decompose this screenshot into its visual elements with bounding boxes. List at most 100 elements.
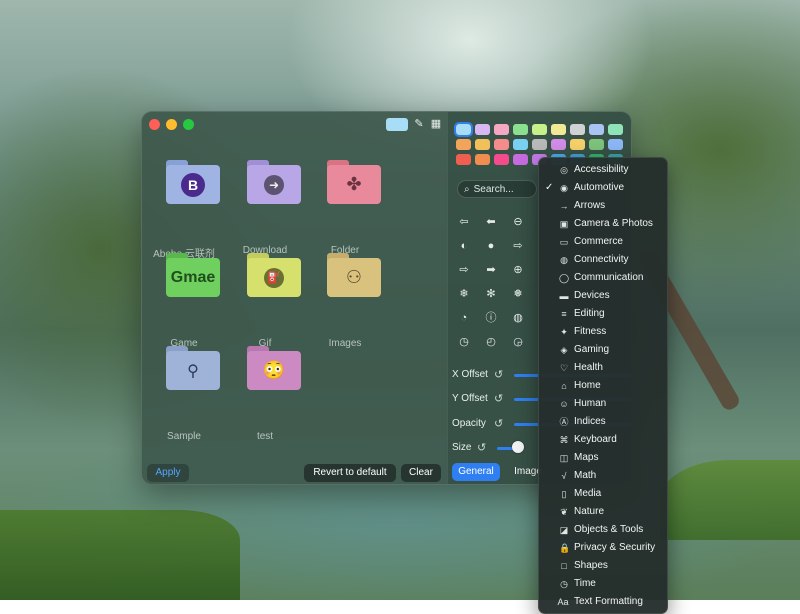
color-swatch[interactable] (513, 154, 528, 165)
arrow-right-fill-icon[interactable]: ➡ (482, 261, 500, 279)
tab-general[interactable]: General (452, 463, 500, 481)
slider-knob[interactable] (512, 441, 524, 453)
menu-item-human[interactable]: ☺ Human (539, 395, 667, 413)
menu-item-time[interactable]: ◷ Time (539, 575, 667, 593)
menu-item-fitness[interactable]: ✦ Fitness (539, 323, 667, 341)
timer-icon[interactable]: ◴ (482, 333, 500, 351)
folder-grid: B Abobe 云联剂 ➜ Download ✤ Folder (142, 138, 447, 484)
menu-item-accessibility[interactable]: ◎ Accessibility (539, 161, 667, 179)
menu-item-automotive[interactable]: ✓ ◉ Automotive (539, 179, 667, 197)
color-swatch[interactable] (494, 139, 509, 150)
folder-item[interactable]: B Abobe 云联剂 (142, 138, 222, 260)
map-icon: ◫ (559, 453, 569, 463)
folder-item[interactable]: ⛽ Gif (223, 231, 303, 349)
color-swatch[interactable] (454, 122, 473, 137)
color-swatch[interactable] (494, 124, 509, 135)
menu-item-gaming[interactable]: ◈ Gaming (539, 341, 667, 359)
grid-icon[interactable]: ▦ (429, 117, 443, 131)
arrow-left-circle-fill-icon[interactable]: ● (482, 237, 500, 255)
folder-label: Images (328, 338, 362, 349)
snowflake-icon[interactable]: ❄ (455, 285, 473, 303)
menu-item-math[interactable]: √ Math (539, 467, 667, 485)
color-swatch[interactable] (570, 124, 585, 135)
folder-item[interactable]: ➜ Download (223, 138, 303, 256)
menu-item-text-formatting[interactable]: Aa Text Formatting (539, 593, 667, 611)
menu-item-privacy-security[interactable]: 🔒 Privacy & Security (539, 539, 667, 557)
color-swatch-button[interactable] (386, 118, 408, 131)
clear-button[interactable]: Clear (401, 464, 441, 482)
color-swatch[interactable] (513, 124, 528, 135)
arrow-right-outline-icon[interactable]: ⇨ (455, 261, 473, 279)
house-icon: ⌂ (561, 381, 567, 391)
color-swatch[interactable] (532, 139, 547, 150)
folder-item[interactable]: ⚲ Sample (142, 324, 222, 442)
snowflake-circle-fill-icon[interactable]: ❅ (509, 285, 527, 303)
speedometer-icon[interactable]: ◷ (455, 333, 473, 351)
arrow-left-circle-outline-icon[interactable]: ◐ (455, 237, 473, 255)
menu-item-home[interactable]: ⌂ Home (539, 377, 667, 395)
menu-item-shapes[interactable]: □ Shapes (539, 557, 667, 575)
menu-item-indices[interactable]: Ⓐ Indices (539, 413, 667, 431)
menu-item-nature[interactable]: ❦ Nature (539, 503, 667, 521)
menu-item-media[interactable]: ▯ Media (539, 485, 667, 503)
color-swatch[interactable] (494, 154, 509, 165)
info-circle-icon[interactable]: ⓘ (482, 309, 500, 327)
color-swatch[interactable] (589, 124, 604, 135)
arrow-left-circle-icon[interactable]: ⊖ (509, 213, 527, 231)
menu-item-communication[interactable]: ◯ Communication (539, 269, 667, 287)
color-swatch[interactable] (475, 124, 490, 135)
snowflake-circle-icon[interactable]: ✻ (482, 285, 500, 303)
menu-item-devices[interactable]: ▬ Devices (539, 287, 667, 305)
minimize-button[interactable] (166, 119, 177, 130)
close-button[interactable] (149, 119, 160, 130)
arrow-left-outline-icon[interactable]: ⇦ (455, 213, 473, 231)
folder-item[interactable]: 😳 test (223, 324, 303, 442)
heart-icon: ♡ (559, 363, 569, 373)
reset-icon[interactable]: ↺ (494, 388, 503, 410)
gauge-icon[interactable]: ◔ (455, 309, 473, 327)
menu-item-camera-photos[interactable]: ▣ Camera & Photos (539, 215, 667, 233)
color-swatch[interactable] (608, 139, 623, 150)
color-swatch[interactable] (589, 139, 604, 150)
leaf-icon: ❦ (560, 507, 568, 517)
color-swatch[interactable] (551, 124, 566, 135)
menu-item-keyboard[interactable]: ⌘ Keyboard (539, 431, 667, 449)
color-swatch[interactable] (570, 139, 585, 150)
compass-icon[interactable]: ◶ (509, 333, 527, 351)
search-input[interactable]: ⌕ Search... (457, 180, 537, 198)
arrow-left-fill-icon[interactable]: ⬅ (482, 213, 500, 231)
display-icon: ▬ (559, 291, 569, 301)
menu-item-objects-tools[interactable]: ◪ Objects & Tools (539, 521, 667, 539)
folder-icon: ⚇ (327, 253, 381, 297)
reset-icon[interactable]: ↺ (477, 437, 486, 459)
folder-item[interactable]: ✤ Folder (303, 138, 383, 256)
zoom-button[interactable] (183, 119, 194, 130)
arrow-right-circle-icon[interactable]: ⊕ (509, 261, 527, 279)
color-swatch[interactable] (456, 139, 471, 150)
reset-icon[interactable]: ↺ (494, 413, 503, 435)
apply-button[interactable]: Apply (147, 464, 189, 482)
menu-item-maps[interactable]: ◫ Maps (539, 449, 667, 467)
menu-item-health[interactable]: ♡ Health (539, 359, 667, 377)
color-swatch[interactable] (513, 139, 528, 150)
menu-item-arrows[interactable]: → Arrows (539, 197, 667, 215)
b-badge-icon: B (181, 172, 205, 197)
menu-item-editing[interactable]: ≡ Editing (539, 305, 667, 323)
color-swatch[interactable] (456, 154, 471, 165)
arrow-right-outline-icon[interactable]: ⇨ (509, 237, 527, 255)
size-label: Size (452, 442, 472, 453)
menu-item-commerce[interactable]: ▭ Commerce (539, 233, 667, 251)
color-swatch[interactable] (475, 139, 490, 150)
color-swatch[interactable] (532, 124, 547, 135)
reset-icon[interactable]: ↺ (494, 364, 503, 386)
steering-icon[interactable]: ◍ (509, 309, 527, 327)
a-circle-icon: Ⓐ (559, 417, 569, 427)
revert-to-default-button[interactable]: Revert to default (304, 464, 396, 482)
folder-item[interactable]: ⚇ Images (303, 231, 383, 349)
eyedropper-icon[interactable]: ✎ (412, 117, 426, 131)
color-swatch[interactable] (475, 154, 490, 165)
folder-item[interactable]: Gmae Game (142, 231, 222, 349)
menu-item-connectivity[interactable]: ◍ Connectivity (539, 251, 667, 269)
color-swatch[interactable] (551, 139, 566, 150)
color-swatch[interactable] (608, 124, 623, 135)
